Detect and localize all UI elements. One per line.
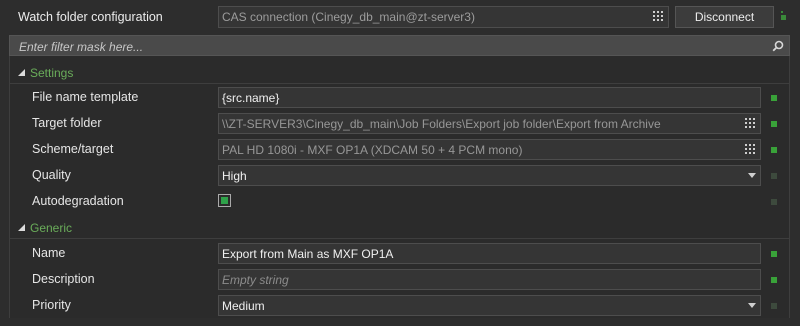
triangle-expanded-icon[interactable] (18, 69, 25, 76)
row-label: Name (32, 246, 66, 260)
status-indicator (771, 173, 777, 179)
connection-value: CAS connection (Cinegy_db_main@zt-server… (222, 10, 475, 24)
scheme-target-field[interactable]: PAL HD 1080i - MXF OP1A (XDCAM 50 + 4 PC… (218, 139, 761, 160)
field-placeholder: Empty string (222, 273, 289, 287)
search-icon[interactable] (772, 40, 784, 52)
row-priority: Priority Medium (10, 292, 789, 318)
triangle-expanded-icon[interactable] (18, 224, 25, 231)
row-label: Quality (32, 168, 71, 182)
field-value: \\ZT-SERVER3\Cinegy_db_main\Job Folders\… (222, 117, 661, 131)
status-indicator (771, 95, 777, 101)
grid-icon[interactable] (745, 118, 756, 129)
status-indicator (771, 121, 777, 127)
section-title-generic: Generic (30, 221, 73, 235)
filter-input[interactable] (10, 36, 770, 55)
header-bar: Watch folder configuration CAS connectio… (0, 0, 800, 35)
chevron-down-icon[interactable] (748, 303, 756, 308)
name-field[interactable]: Export from Main as MXF OP1A (218, 243, 761, 264)
dropdown-value: High (222, 169, 247, 183)
section-header-generic[interactable]: Generic (10, 217, 789, 239)
autodegradation-checkbox[interactable] (218, 194, 231, 207)
connection-field[interactable]: CAS connection (Cinegy_db_main@zt-server… (218, 6, 669, 28)
file-name-template-field[interactable]: {src.name} (218, 87, 761, 108)
dropdown-value: Medium (222, 299, 265, 313)
row-target-folder: Target folder \\ZT-SERVER3\Cinegy_db_mai… (10, 110, 789, 136)
grid-icon[interactable] (745, 144, 756, 155)
field-value: {src.name} (222, 91, 280, 105)
property-grid: Settings File name template {src.name} T… (9, 56, 790, 318)
status-indicator-top (781, 11, 783, 13)
row-file-name-template: File name template {src.name} (10, 84, 789, 110)
row-label: Description (32, 272, 95, 286)
filter-bar (9, 35, 790, 56)
row-description: Description Empty string (10, 266, 789, 292)
row-label: Target folder (32, 116, 102, 130)
priority-dropdown[interactable]: Medium (218, 295, 761, 316)
description-field[interactable]: Empty string (218, 269, 761, 290)
status-indicator (771, 251, 777, 257)
section-header-settings[interactable]: Settings (10, 62, 789, 84)
quality-dropdown[interactable]: High (218, 165, 761, 186)
row-label: Priority (32, 298, 71, 312)
field-value: PAL HD 1080i - MXF OP1A (XDCAM 50 + 4 PC… (222, 143, 523, 157)
connection-status-indicator (781, 15, 786, 20)
checkbox-checked-mark (221, 197, 228, 204)
target-folder-field[interactable]: \\ZT-SERVER3\Cinegy_db_main\Job Folders\… (218, 113, 761, 134)
row-quality: Quality High (10, 162, 789, 188)
status-indicator (771, 303, 777, 309)
row-label: Autodegradation (32, 194, 124, 208)
status-indicator (771, 277, 777, 283)
status-indicator (771, 147, 777, 153)
section-title-settings: Settings (30, 66, 74, 80)
page-title: Watch folder configuration (18, 10, 163, 24)
row-autodegradation: Autodegradation (10, 188, 789, 214)
grid-icon[interactable] (653, 11, 664, 22)
status-indicator (771, 199, 777, 205)
row-label: Scheme/target (32, 142, 114, 156)
footer-strip (0, 318, 800, 326)
disconnect-button[interactable]: Disconnect (675, 6, 774, 28)
chevron-down-icon[interactable] (748, 173, 756, 178)
row-scheme-target: Scheme/target PAL HD 1080i - MXF OP1A (X… (10, 136, 789, 162)
row-name: Name Export from Main as MXF OP1A (10, 240, 789, 266)
field-value: Export from Main as MXF OP1A (222, 247, 394, 261)
row-label: File name template (32, 90, 139, 104)
